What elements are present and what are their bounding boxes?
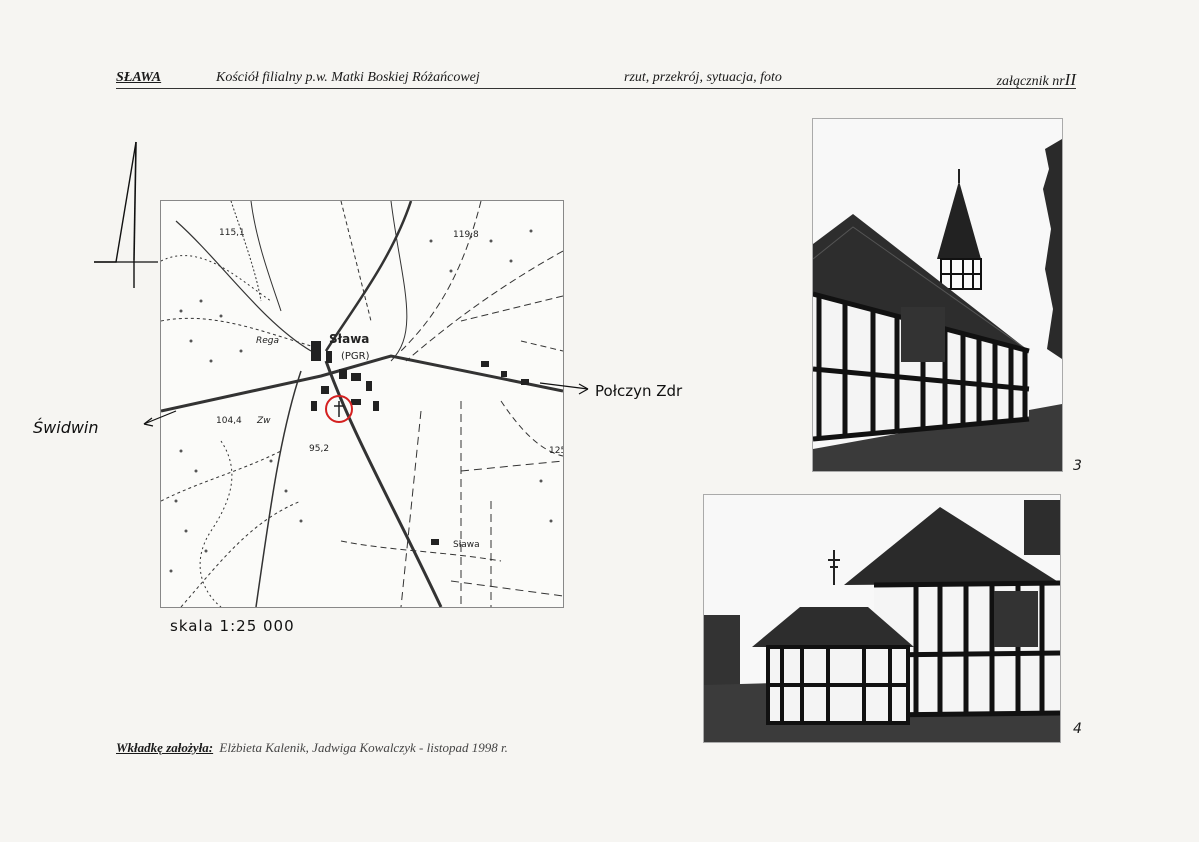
topographic-map: Sława (PGR) Rega Sława 115,1 119,8 104,4… [160,200,564,608]
header-description: rzut, przekrój, sytuacja, foto [624,70,782,85]
map-label-hamlet: Sława [453,540,480,550]
map-label-elev-5: 125 [549,446,563,456]
annex-prefix: załącznik nr [996,74,1065,89]
church-photo-4 [703,494,1061,743]
map-label-elev-1: 115,1 [219,228,245,238]
document-footer: Wkładkę założyła: Elżbieta Kalenik, Jadw… [116,740,508,756]
document-header: SŁAWA Kościół filialny p.w. Matki Boskie… [116,70,1076,90]
photo-number-4: 4 [1073,721,1082,737]
map-drawing: Sława (PGR) Rega Sława 115,1 119,8 104,4… [161,201,563,607]
map-label-elev-4: 95,2 [309,444,329,454]
header-church-name: Kościół filialny p.w. Matki Boskiej Róża… [216,70,480,85]
footer-label: Wkładkę założyła: [116,740,214,755]
north-arrow-icon [94,141,158,288]
direction-label-left: Świdwin [33,418,99,437]
map-label-pgr: (PGR) [341,351,370,362]
map-label-elev-2: 119,8 [453,230,479,240]
footer-authors: Elżbieta Kalenik, Jadwiga Kowalczyk - li… [219,740,508,755]
map-label-zw: Zw [256,416,271,426]
map-label-elev-3: 104,4 [216,416,242,426]
annex-number: II [1064,70,1076,89]
church-photo-3 [812,118,1063,472]
photo-number-3: 3 [1073,458,1082,474]
header-rule [116,88,1076,89]
church-rear-view-image [704,495,1060,742]
map-label-town: Sława [329,332,369,346]
header-annex: załącznik nrII [997,70,1076,90]
direction-label-right: Połczyn Zdr [595,382,683,400]
document-page: SŁAWA Kościół filialny p.w. Matki Boskie… [0,0,1199,842]
church-side-view-image [813,119,1062,471]
map-label-river: Rega [256,336,279,346]
header-place: SŁAWA [116,70,162,85]
map-scale: skala 1:25 000 [170,617,295,635]
